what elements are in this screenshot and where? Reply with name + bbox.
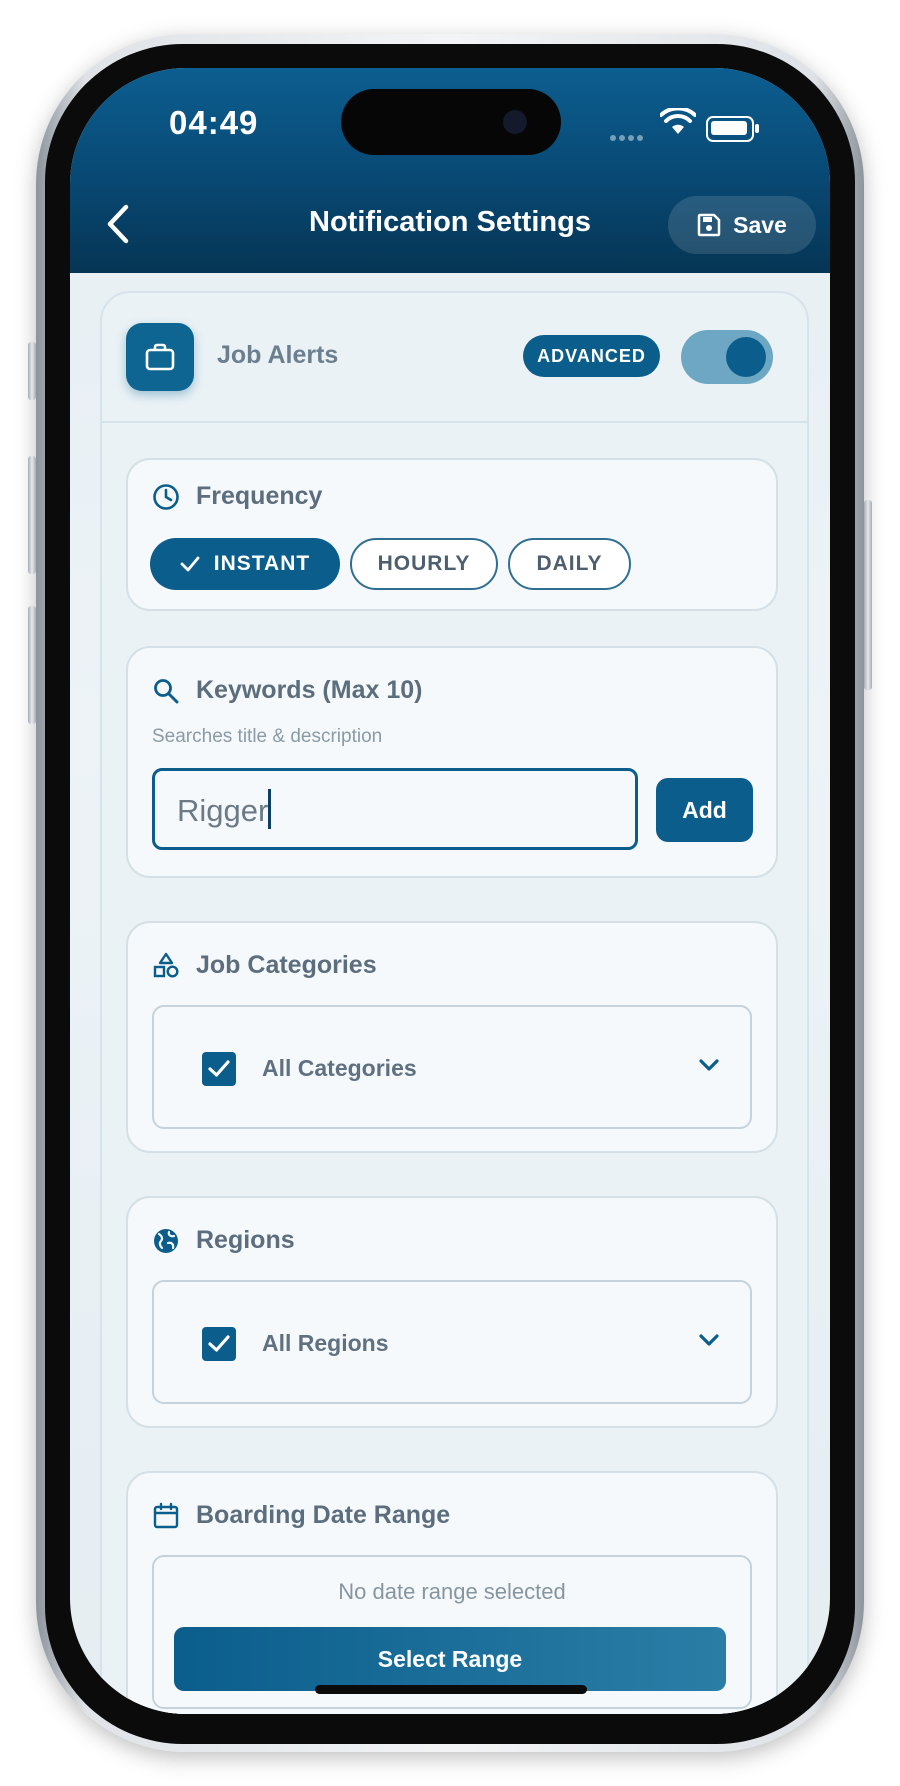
clock-icon [153, 483, 179, 510]
globe-icon [154, 1228, 178, 1253]
wifi-icon [660, 108, 696, 134]
job-categories-value: All Categories [262, 1055, 417, 1081]
job-categories-select[interactable]: All Categories [152, 1005, 752, 1129]
volume-down-button [28, 606, 36, 724]
frequency-instant-chip[interactable]: INSTANT [150, 538, 340, 590]
regions-value: All Regions [262, 1330, 389, 1356]
advanced-badge[interactable]: ADVANCED [523, 335, 660, 377]
regions-select[interactable]: All Regions [152, 1280, 752, 1404]
app-header: 04:49 Notification Settings Save [70, 68, 830, 273]
job-categories-card: Job Categories All Categories [126, 921, 778, 1153]
keywords-header: Keywords (Max 10) [152, 676, 422, 705]
frequency-daily-chip[interactable]: DAILY [508, 538, 631, 590]
text-caret [268, 789, 272, 829]
regions-card: Regions All Regions [126, 1196, 778, 1428]
all-regions-checkbox[interactable] [202, 1327, 236, 1361]
app-screen: 04:49 Notification Settings Save Job Ale… [70, 68, 830, 1714]
date-range-empty-text: No date range selected [338, 1579, 566, 1604]
home-indicator [315, 1685, 587, 1694]
frequency-daily-label: DAILY [536, 552, 603, 575]
keywords-title: Keywords (Max 10) [196, 676, 423, 704]
job-categories-header: Job Categories [152, 951, 377, 980]
job-alerts-label: Job Alerts [217, 341, 339, 369]
frequency-card: Frequency INSTANT HOURLY DAILY [126, 458, 778, 611]
chevron-down-icon [699, 1059, 719, 1071]
job-categories-title: Job Categories [196, 951, 377, 979]
floppy-disk-icon [697, 213, 721, 237]
select-range-button[interactable]: Select Range [174, 1627, 726, 1691]
volume-up-button [28, 456, 36, 574]
all-categories-checkbox[interactable] [202, 1052, 236, 1086]
status-time: 04:49 [169, 104, 259, 141]
add-keyword-button[interactable]: Add [656, 778, 753, 842]
check-icon [180, 556, 200, 572]
regions-title: Regions [196, 1226, 295, 1254]
boarding-date-card: Boarding Date Range No date range select… [126, 1471, 778, 1714]
dynamic-island [341, 89, 561, 155]
frequency-hourly-chip[interactable]: HOURLY [350, 538, 498, 590]
frequency-title: Frequency [196, 482, 323, 510]
boarding-date-header: Boarding Date Range [152, 1501, 450, 1530]
frequency-instant-label: INSTANT [213, 552, 311, 575]
action-button [28, 342, 36, 400]
check-icon [208, 1335, 230, 1352]
frequency-header: Frequency [152, 482, 322, 511]
save-label: Save [733, 211, 787, 238]
shapes-icon [153, 952, 179, 978]
boarding-date-title: Boarding Date Range [196, 1501, 451, 1529]
signal-icon [610, 128, 650, 141]
briefcase-icon [126, 323, 194, 391]
search-icon [154, 678, 179, 703]
chevron-down-icon [699, 1334, 719, 1346]
calendar-icon [153, 1502, 179, 1528]
save-button[interactable]: Save [668, 196, 816, 254]
battery-icon [706, 116, 759, 142]
keyword-input[interactable]: Rigger [152, 768, 638, 850]
job-alerts-row: Job Alerts ADVANCED [102, 293, 807, 423]
job-alerts-toggle[interactable] [681, 330, 773, 384]
frequency-hourly-label: HOURLY [377, 552, 471, 575]
keywords-card: Keywords (Max 10) Searches title & descr… [126, 646, 778, 878]
keywords-hint: Searches title & description [152, 726, 383, 747]
power-button [864, 500, 872, 690]
regions-header: Regions [152, 1226, 295, 1255]
keyword-input-value: Rigger [177, 793, 269, 828]
check-icon [208, 1060, 230, 1077]
